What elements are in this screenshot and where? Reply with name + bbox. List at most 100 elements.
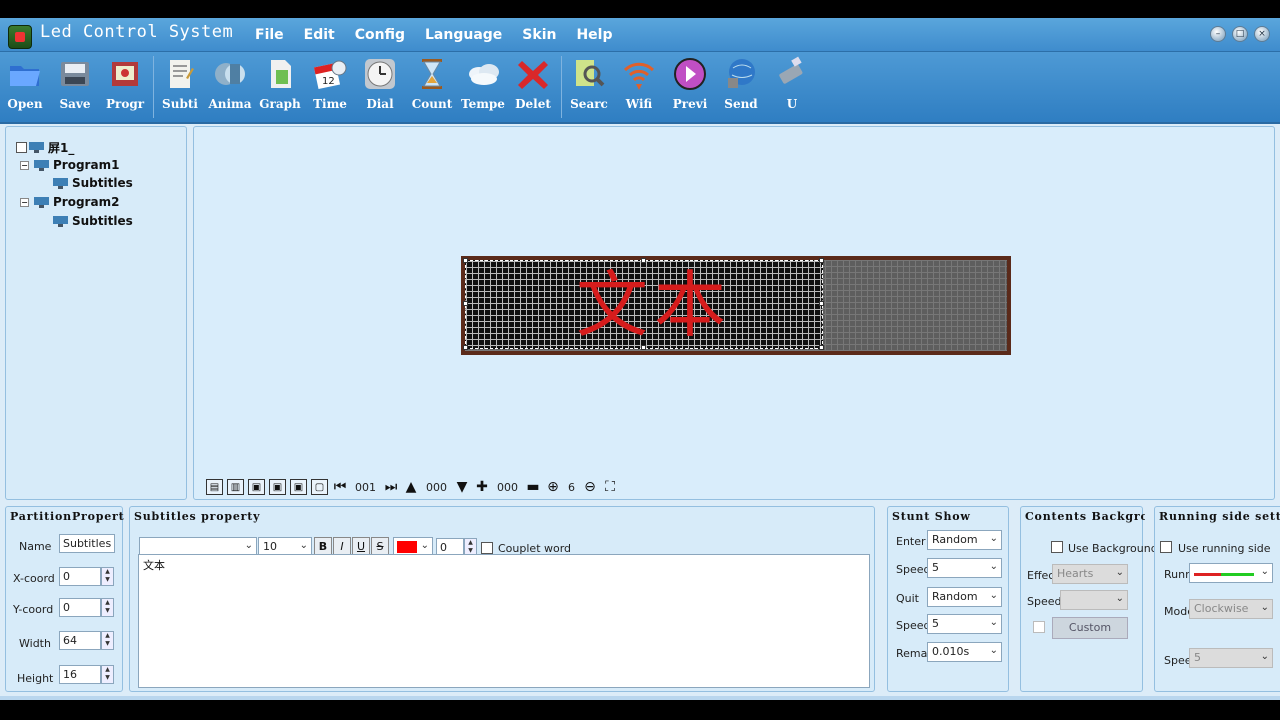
custom-checkbox[interactable] [1033, 621, 1045, 633]
tool-preview[interactable]: Previ [665, 52, 715, 124]
subtitle-text-area[interactable]: 文本 [138, 554, 870, 688]
fit-icon[interactable]: ▢ [311, 479, 328, 495]
menu-file[interactable]: File [255, 27, 284, 43]
running-mode-select[interactable]: Clockwise ⌄ [1189, 599, 1273, 619]
couplet-word-checkbox[interactable] [481, 542, 493, 554]
cloud-icon [469, 64, 499, 85]
enter-speed-select[interactable]: 5 ⌄ [927, 558, 1002, 578]
running-style-select[interactable]: ⌄ [1189, 563, 1273, 583]
use-running-side-checkbox[interactable] [1160, 541, 1172, 553]
tree-program1-subtitles[interactable]: Subtitles [53, 176, 133, 190]
search-icon [576, 60, 605, 87]
tool-graphic[interactable]: Graph [255, 52, 305, 124]
monitor-icon [34, 159, 49, 171]
send-icon [728, 59, 755, 88]
running-speed-select[interactable]: 5 ⌄ [1189, 648, 1273, 668]
canvas-toolbar: ▤ ▥ ▣ ▣ ▣ ▢ ⏮ 001 ⏭ ▲ 000 ▼ ✚ 000 ▬ ⊕ 6 … [206, 477, 618, 497]
tree-program2-subtitles[interactable]: Subtitles [53, 214, 133, 228]
menu-config[interactable]: Config [355, 27, 405, 43]
tree-program1[interactable]: − Program1 [20, 158, 119, 172]
layout-vertical-icon[interactable]: ▥ [227, 479, 244, 495]
fit-screen-icon[interactable]: ⛶ [602, 479, 618, 495]
minimize-icon[interactable]: – [1210, 26, 1226, 42]
y-coord-stepper[interactable]: ▲ ▼ [101, 598, 114, 617]
background-effect-select[interactable]: Hearts ⌄ [1052, 564, 1128, 584]
resize-handle[interactable] [463, 258, 468, 263]
resize-handle[interactable] [463, 345, 468, 350]
tool-time[interactable]: 12 Time [305, 52, 355, 124]
menu-skin[interactable]: Skin [522, 27, 556, 43]
width-stepper[interactable]: ▲ ▼ [101, 631, 114, 650]
subtitle-region[interactable]: 文本 [465, 260, 823, 349]
tool-usb[interactable]: U [767, 52, 817, 124]
height-stepper[interactable]: ▲ ▼ [101, 665, 114, 684]
tool-wifi[interactable]: Wifi [614, 52, 664, 124]
quit-effect-select[interactable]: Random ⌄ [927, 587, 1002, 607]
menu-language[interactable]: Language [425, 27, 502, 43]
remove-icon[interactable]: ▬ [525, 479, 541, 495]
tool-send[interactable]: Send [716, 52, 766, 124]
last-page-icon[interactable]: ⏭ [383, 479, 399, 495]
tool-program[interactable]: Progr [100, 52, 150, 124]
name-input[interactable]: Subtitles [59, 534, 115, 553]
resize-handle[interactable] [641, 258, 646, 263]
move-up-icon[interactable]: ▲ [403, 479, 419, 495]
background-speed-select[interactable]: ⌄ [1060, 590, 1128, 610]
height-input[interactable]: 16 [59, 665, 101, 684]
menu-help[interactable]: Help [576, 27, 612, 43]
add-icon[interactable]: ✚ [474, 479, 490, 495]
collapse-icon[interactable]: − [20, 160, 29, 170]
led-screen[interactable]: 文本 [461, 256, 1011, 355]
calendar-icon: 12 [313, 60, 347, 90]
tool-dial[interactable]: Dial [355, 52, 405, 124]
tool-subtitle[interactable]: Subti [155, 52, 205, 124]
usb-icon [779, 56, 803, 84]
align-left-icon[interactable]: ▣ [248, 479, 265, 495]
resize-handle[interactable] [819, 301, 824, 306]
screen-checkbox[interactable] [16, 142, 27, 153]
quit-speed-select[interactable]: 5 ⌄ [927, 614, 1002, 634]
close-icon[interactable]: × [1254, 26, 1270, 42]
panel-title: Stunt Show [892, 510, 971, 523]
tool-search[interactable]: Searc [564, 52, 614, 124]
collapse-icon[interactable]: − [20, 197, 29, 207]
enter-effect-select[interactable]: Random ⌄ [927, 530, 1002, 550]
resize-handle[interactable] [819, 345, 824, 350]
tool-delete[interactable]: Delet [508, 52, 558, 124]
width-input[interactable]: 64 [59, 631, 101, 650]
maximize-icon[interactable]: □ [1232, 26, 1248, 42]
zoom-out-icon[interactable]: ⊖ [582, 479, 598, 495]
zoom-in-icon[interactable]: ⊕ [545, 479, 561, 495]
y-coord-input[interactable]: 0 [59, 598, 101, 617]
delete-icon [518, 61, 548, 89]
resize-handle[interactable] [819, 258, 824, 263]
toolbar: Open Save Progr Subti Anima Graph 12 Tim… [0, 52, 1280, 124]
title-bar: Led Control System File Edit Config Lang… [0, 18, 1280, 52]
use-background-checkbox[interactable] [1051, 541, 1063, 553]
partition-properties-panel: PartitionProperties Name Subtitles X-coo… [5, 506, 124, 692]
monitor-icon [29, 142, 44, 153]
x-coord-input[interactable]: 0 [59, 567, 101, 586]
step-value: 000 [497, 480, 518, 494]
tree-screen[interactable]: 屏1_ [16, 139, 74, 156]
tool-open[interactable]: Open [0, 52, 50, 124]
panel-title: Contents Background [1025, 510, 1145, 523]
tool-temperature[interactable]: Tempe [458, 52, 508, 124]
resize-handle[interactable] [641, 345, 646, 350]
custom-button[interactable]: Custom [1052, 617, 1128, 639]
first-page-icon[interactable]: ⏮ [332, 479, 348, 495]
align-right-icon[interactable]: ▣ [290, 479, 307, 495]
align-center-icon[interactable]: ▣ [269, 479, 286, 495]
running-style-swatch [1194, 573, 1254, 576]
contents-background-panel: Contents Background Use Background Effec… [1020, 506, 1158, 692]
tool-count[interactable]: Count [407, 52, 457, 124]
layout-horizontal-icon[interactable]: ▤ [206, 479, 223, 495]
resize-handle[interactable] [463, 301, 468, 306]
remain-time-select[interactable]: 0.010s ⌄ [927, 642, 1002, 662]
move-down-icon[interactable]: ▼ [454, 479, 470, 495]
tool-animation[interactable]: Anima [205, 52, 255, 124]
tool-save[interactable]: Save [50, 52, 100, 124]
menu-edit[interactable]: Edit [304, 27, 335, 43]
x-coord-stepper[interactable]: ▲ ▼ [101, 567, 114, 586]
tree-program2[interactable]: − Program2 [20, 195, 119, 209]
